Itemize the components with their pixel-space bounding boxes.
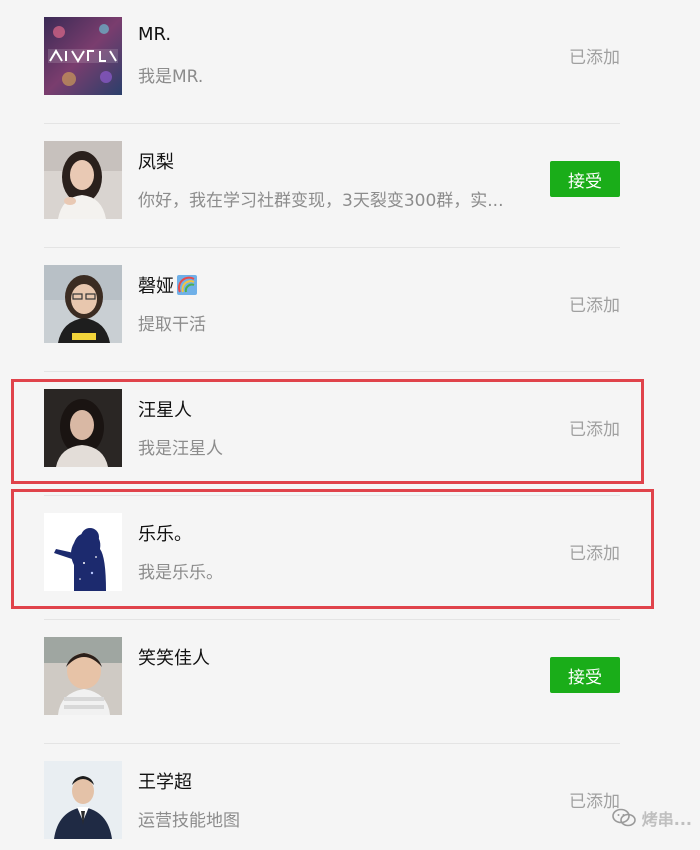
request-message: 我是乐乐。 [138, 563, 223, 583]
added-status: 已添加 [569, 48, 620, 68]
added-status: 已添加 [569, 420, 620, 440]
list-item[interactable]: 汪星人 我是汪星人 已添加 [44, 372, 620, 496]
avatar-image [44, 389, 122, 467]
avatar[interactable] [44, 17, 122, 95]
avatar-image [44, 761, 122, 839]
list-item[interactable]: 王学超 运营技能地图 已添加 [44, 744, 620, 850]
contact-name: 汪星人 [138, 400, 192, 421]
list-item[interactable]: 笑笑佳人 接受 [44, 620, 620, 744]
avatar-image [44, 141, 122, 219]
avatar[interactable] [44, 265, 122, 343]
avatar[interactable] [44, 141, 122, 219]
accept-button[interactable]: 接受 [550, 161, 620, 197]
added-status: 已添加 [569, 296, 620, 316]
list-item[interactable]: MR. 我是MR. 已添加 [44, 0, 620, 124]
request-message: 提取干活 [138, 315, 206, 335]
avatar[interactable] [44, 513, 122, 591]
list-item[interactable]: 凤梨 你好，我在学习社群变现，3天裂变300群，实... 接受 [44, 124, 620, 248]
request-message: 你好，我在学习社群变现，3天裂变300群，实... [138, 191, 504, 211]
contact-name: 乐乐。 [138, 524, 192, 545]
avatar-image [44, 637, 122, 715]
request-message: 运营技能地图 [138, 811, 240, 831]
wechat-official-account-icon [611, 808, 636, 828]
avatar-image [44, 17, 122, 95]
watermark-text: 烤串... [641, 810, 692, 829]
contact-name: 凤梨 [138, 152, 174, 173]
avatar[interactable] [44, 637, 122, 715]
contact-name: 磬娅 [138, 272, 197, 298]
added-status: 已添加 [569, 544, 620, 564]
watermark: 烤串... [611, 806, 692, 830]
request-message: 我是MR. [138, 67, 204, 87]
avatar[interactable] [44, 389, 122, 467]
avatar-image [44, 513, 122, 591]
contact-name: 笑笑佳人 [138, 648, 210, 669]
request-message: 我是汪星人 [138, 439, 223, 459]
accept-button[interactable]: 接受 [550, 657, 620, 693]
list-item[interactable]: 乐乐。 我是乐乐。 已添加 [44, 496, 620, 620]
contact-name: 王学超 [138, 772, 192, 793]
new-friends-page: MR. 我是MR. 已添加 凤梨 你好，我在学习社群变现，3天裂变300群，实.… [0, 0, 700, 850]
list-item[interactable]: 磬娅 提取干活 已添加 [44, 248, 620, 372]
contact-name: MR. [138, 24, 172, 45]
friend-request-list: MR. 我是MR. 已添加 凤梨 你好，我在学习社群变现，3天裂变300群，实.… [44, 0, 620, 850]
rainbow-emoji-icon [177, 275, 197, 295]
avatar-image [44, 265, 122, 343]
avatar[interactable] [44, 761, 122, 839]
